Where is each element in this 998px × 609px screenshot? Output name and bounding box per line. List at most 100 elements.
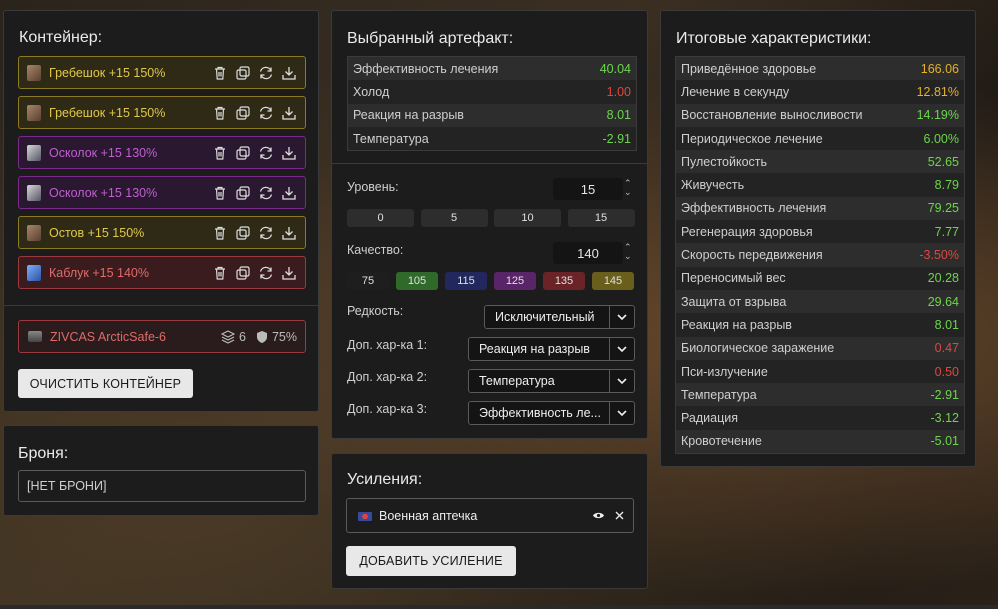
- stat-name: Эффективность лечения: [348, 57, 576, 81]
- stat-row: Регенерация здоровья 7.77: [676, 220, 964, 244]
- copy-icon[interactable]: [235, 145, 251, 161]
- container-item[interactable]: Каблук +15 140%: [18, 256, 306, 289]
- item-actions: [212, 145, 297, 161]
- item-actions: [212, 265, 297, 281]
- artifact-icon: [27, 264, 41, 281]
- stat-value: 79.25: [902, 196, 964, 221]
- copy-icon[interactable]: [235, 105, 251, 121]
- extra3-select[interactable]: Эффективность ле...: [468, 401, 635, 425]
- level-preset-button[interactable]: 15: [567, 209, 635, 227]
- trash-icon[interactable]: [212, 65, 228, 81]
- stat-name: Скорость передвижения: [676, 243, 903, 267]
- quality-preset-button[interactable]: 115: [445, 272, 487, 290]
- stat-row: Реакция на разрыв 8.01: [676, 313, 964, 337]
- quality-preset-button[interactable]: 125: [494, 272, 536, 290]
- quality-spinner[interactable]: ⌃ ⌄: [624, 243, 632, 261]
- quality-preset-button[interactable]: 135: [543, 272, 585, 290]
- quality-preset-button[interactable]: 105: [396, 272, 438, 290]
- extra1-label: Доп. хар-ка 1:: [347, 338, 428, 352]
- download-icon[interactable]: [281, 185, 297, 201]
- trash-icon[interactable]: [212, 185, 228, 201]
- container-item[interactable]: Остов +15 150%: [18, 216, 306, 249]
- level-preset-button[interactable]: 10: [494, 209, 561, 227]
- eye-icon[interactable]: [592, 511, 605, 520]
- stat-name: Холод: [348, 80, 576, 104]
- rarity-select[interactable]: Исключительный: [484, 305, 635, 329]
- trash-icon[interactable]: [212, 105, 228, 121]
- armor-field[interactable]: [НЕТ БРОНИ]: [18, 470, 306, 502]
- case-row[interactable]: ZIVCAS ArcticSafe-6 6 75%: [18, 320, 306, 353]
- extra1-select[interactable]: Реакция на разрыв: [468, 337, 635, 361]
- stat-name: Пси-излучение: [676, 359, 903, 384]
- stat-value: 20.28: [902, 266, 964, 290]
- stat-value: 40.04: [575, 57, 636, 81]
- level-input[interactable]: 15: [553, 178, 623, 200]
- extra2-select[interactable]: Температура: [468, 369, 635, 393]
- refresh-icon[interactable]: [258, 225, 274, 241]
- refresh-icon[interactable]: [258, 105, 274, 121]
- close-icon[interactable]: [615, 511, 624, 520]
- stat-name: Переносимый вес: [676, 266, 903, 290]
- container-item[interactable]: Осколок +15 130%: [18, 136, 306, 169]
- stat-name: Защита от взрыва: [676, 289, 903, 314]
- stat-name: Живучесть: [676, 173, 903, 197]
- copy-icon[interactable]: [235, 265, 251, 281]
- stat-row: Переносимый вес 20.28: [676, 266, 964, 290]
- boosts-title: Усиления:: [347, 471, 423, 488]
- container-item-label: Осколок +15 130%: [49, 145, 158, 160]
- trash-icon[interactable]: [212, 225, 228, 241]
- extra3-label: Доп. хар-ка 3:: [347, 402, 428, 416]
- stat-row: Кровотечение -5.01: [676, 429, 964, 454]
- quality-input[interactable]: 140: [553, 242, 623, 264]
- refresh-icon[interactable]: [258, 185, 274, 201]
- armor-title: Броня:: [18, 445, 69, 462]
- stat-row: Температура -2.91: [676, 383, 964, 407]
- download-icon[interactable]: [281, 265, 297, 281]
- container-item[interactable]: Гребешок +15 150%: [18, 96, 306, 129]
- container-item[interactable]: Гребешок +15 150%: [18, 56, 306, 89]
- level-spinner[interactable]: ⌃ ⌄: [624, 179, 632, 197]
- quality-preset-button[interactable]: 75: [347, 272, 389, 290]
- item-actions: [212, 65, 297, 81]
- stat-name: Биологическое заражение: [676, 336, 903, 360]
- download-icon[interactable]: [281, 105, 297, 121]
- stat-value: 14.19%: [902, 103, 964, 127]
- copy-icon[interactable]: [235, 225, 251, 241]
- copy-icon[interactable]: [235, 65, 251, 81]
- level-preset-button[interactable]: 5: [420, 209, 488, 227]
- level-preset-button[interactable]: 0: [347, 209, 414, 227]
- chevron-down-icon: [609, 370, 634, 392]
- refresh-icon[interactable]: [258, 65, 274, 81]
- download-icon[interactable]: [281, 145, 297, 161]
- container-title: Контейнер:: [19, 29, 103, 46]
- clear-container-button[interactable]: ОЧИСТИТЬ КОНТЕЙНЕР: [18, 369, 193, 398]
- totals-panel: Итоговые характеристики: Приведённое здо…: [660, 10, 976, 467]
- refresh-icon[interactable]: [258, 145, 274, 161]
- container-divider: [4, 305, 318, 306]
- artifact-icon: [27, 64, 41, 81]
- extra3-value: Эффективность ле...: [479, 406, 601, 420]
- stat-name: Кровотечение: [676, 429, 903, 454]
- case-icon: [28, 331, 42, 342]
- download-icon[interactable]: [281, 65, 297, 81]
- quality-preset-button[interactable]: 145: [592, 272, 634, 290]
- bottom-bar: [0, 605, 998, 609]
- item-actions: [212, 225, 297, 241]
- stat-row: Радиация -3.12: [676, 406, 964, 430]
- boost-item[interactable]: Военная аптечка: [346, 498, 634, 533]
- download-icon[interactable]: [281, 225, 297, 241]
- stat-value: 8.01: [902, 313, 964, 337]
- extra1-value: Реакция на разрыв: [479, 342, 590, 356]
- copy-icon[interactable]: [235, 185, 251, 201]
- extra2-label: Доп. хар-ка 2:: [347, 370, 428, 384]
- stat-row: Приведённое здоровье 166.06: [676, 57, 964, 81]
- trash-icon[interactable]: [212, 145, 228, 161]
- refresh-icon[interactable]: [258, 265, 274, 281]
- stat-row: Биологическое заражение 0.47: [676, 336, 964, 360]
- item-actions: [212, 105, 297, 121]
- container-item-label: Гребешок +15 150%: [49, 65, 166, 80]
- container-item[interactable]: Осколок +15 130%: [18, 176, 306, 209]
- stat-value: -2.91: [902, 383, 964, 407]
- trash-icon[interactable]: [212, 265, 228, 281]
- add-boost-button[interactable]: ДОБАВИТЬ УСИЛЕНИЕ: [346, 546, 516, 576]
